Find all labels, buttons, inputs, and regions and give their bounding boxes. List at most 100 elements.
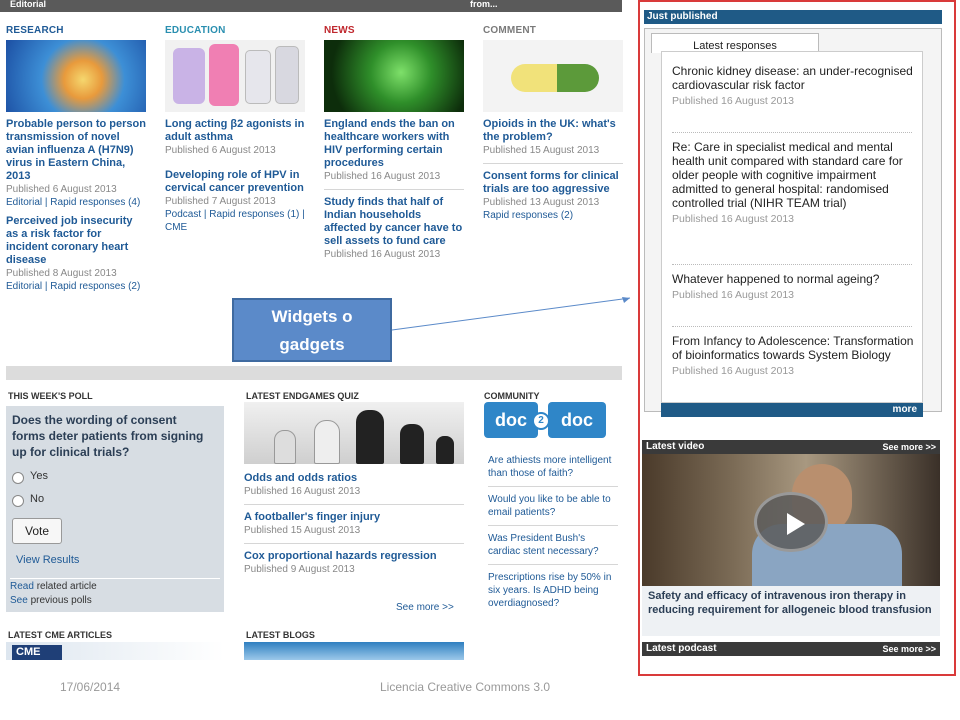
article-title[interactable]: Probable person to person transmission o…: [6, 118, 146, 183]
footer-date: 17/06/2014: [60, 680, 121, 694]
poll-option-no-radio[interactable]: [12, 495, 24, 507]
response-item[interactable]: From Infancy to Adolescence: Transformat…: [672, 334, 914, 378]
poll-option-no-label[interactable]: No: [30, 493, 44, 505]
chess-piece-black: [400, 424, 424, 464]
play-triangle-icon: [787, 513, 805, 535]
comment-thumbnail[interactable]: [483, 40, 623, 112]
chess-piece-black: [356, 410, 384, 464]
divider: [672, 326, 912, 327]
latest-video-label: Latest video: [646, 441, 705, 452]
community-item[interactable]: Was President Bush's cardiac stent neces…: [488, 532, 618, 558]
latest-video-heading: Latest video See more >>: [642, 440, 940, 454]
community-item[interactable]: Are athiests more intelligent than those…: [488, 454, 618, 480]
article-title[interactable]: Long acting β2 agonists in adult asthma: [165, 118, 305, 144]
read-related-article: Read related article: [10, 580, 97, 594]
play-icon[interactable]: [754, 492, 828, 552]
latest-responses-widget: Latest responses Chronic kidney disease:…: [644, 28, 942, 417]
read-link[interactable]: Read: [10, 581, 34, 592]
quiz-item-date: Published 9 August 2013: [244, 564, 355, 575]
responses-list: Chronic kidney disease: an under-recogni…: [661, 51, 923, 403]
article-date: Published 6 August 2013: [6, 184, 117, 195]
response-date: Published 16 August 2013: [672, 365, 795, 377]
banner-left-label[interactable]: Editorial: [10, 0, 46, 9]
response-title[interactable]: Chronic kidney disease: an under-recogni…: [672, 64, 914, 92]
education-heading[interactable]: Education: [165, 24, 305, 38]
response-item[interactable]: Re: Care in specialist medical and menta…: [672, 140, 914, 226]
video-player[interactable]: [642, 454, 940, 586]
community-list: Are athiests more intelligent than those…: [488, 454, 618, 610]
vote-button[interactable]: Vote: [12, 518, 62, 544]
more-bar: more: [661, 403, 923, 417]
section-divider-bar: [6, 366, 622, 380]
divider: [488, 486, 618, 487]
response-title[interactable]: Whatever happened to normal ageing?: [672, 272, 914, 286]
quiz-chess-image[interactable]: [244, 402, 464, 464]
banner-right-label[interactable]: from...: [470, 0, 498, 9]
quiz-see-more-link[interactable]: See more >>: [396, 602, 454, 613]
research-thumbnail[interactable]: [6, 40, 146, 112]
comment-article-2: Consent forms for clinical trials are to…: [483, 170, 623, 222]
cme-heading: Latest CME articles: [8, 630, 112, 640]
community-item[interactable]: Would you like to be able to email patie…: [488, 493, 618, 519]
response-title[interactable]: Re: Care in specialist medical and menta…: [672, 140, 914, 210]
podcast-see-more-link[interactable]: See more >>: [882, 642, 936, 656]
see-previous-polls: See previous polls: [10, 594, 92, 608]
view-results-link[interactable]: View Results: [16, 554, 79, 566]
article-title[interactable]: Consent forms for clinical trials are to…: [483, 170, 623, 196]
blogs-heading: Latest blogs: [246, 630, 315, 640]
poll-option-yes-radio[interactable]: [12, 472, 24, 484]
video-caption[interactable]: Safety and efficacy of intravenous iron …: [642, 586, 940, 636]
article-title[interactable]: Developing role of HPV in cervical cance…: [165, 169, 305, 195]
doc2doc-logo[interactable]: doc 2 doc: [484, 400, 606, 442]
tab-latest-responses[interactable]: Latest responses: [651, 33, 819, 53]
callout-line-1: Widgets o: [271, 307, 353, 326]
article-links[interactable]: Rapid responses (2): [483, 209, 623, 222]
response-title[interactable]: From Infancy to Adolescence: Transformat…: [672, 334, 914, 362]
research-heading[interactable]: Research: [6, 24, 146, 38]
news-thumbnail[interactable]: [324, 40, 464, 112]
research-article-1: Probable person to person transmission o…: [6, 118, 146, 209]
poll-heading: This week's poll: [8, 391, 93, 401]
right-sidebar-highlight: Just published Latest responses Chronic …: [638, 0, 956, 676]
article-links[interactable]: Editorial | Rapid responses (4): [6, 196, 146, 209]
video-see-more-link[interactable]: See more >>: [882, 440, 936, 454]
article-date: Published 13 August 2013: [483, 197, 600, 208]
more-link[interactable]: more: [893, 403, 917, 417]
news-heading[interactable]: News: [324, 24, 464, 38]
chess-piece-white: [314, 420, 340, 464]
poll-widget: Does the wording of consent forms deter …: [6, 406, 224, 612]
article-title[interactable]: Opioids in the UK: what's the problem?: [483, 118, 623, 144]
quiz-item-title[interactable]: Odds and odds ratios: [244, 472, 464, 485]
comment-heading[interactable]: Comment: [483, 24, 623, 38]
community-item[interactable]: Prescriptions rise by 50% in six years. …: [488, 571, 618, 610]
logo-right: doc: [548, 402, 606, 438]
article-title[interactable]: Perceived job insecurity as a risk facto…: [6, 215, 146, 267]
response-date: Published 16 August 2013: [672, 213, 795, 225]
divider: [244, 543, 464, 544]
quiz-item-date: Published 15 August 2013: [244, 525, 361, 536]
quiz-item-title[interactable]: Cox proportional hazards regression: [244, 550, 464, 563]
cme-banner[interactable]: CME: [6, 642, 224, 660]
article-title[interactable]: England ends the ban on healthcare worke…: [324, 118, 464, 170]
blogs-banner[interactable]: [244, 642, 464, 660]
response-item[interactable]: Chronic kidney disease: an under-recogni…: [672, 64, 914, 108]
article-date: Published 15 August 2013: [483, 145, 600, 156]
news-article-1: England ends the ban on healthcare worke…: [324, 118, 464, 183]
poll-question: Does the wording of consent forms deter …: [12, 413, 204, 459]
article-title[interactable]: Study finds that half of Indian househol…: [324, 196, 464, 248]
see-suffix: previous polls: [30, 595, 92, 606]
see-link[interactable]: See: [10, 595, 28, 606]
comment-column: Comment Opioids in the UK: what's the pr…: [483, 24, 623, 222]
quiz-item-title[interactable]: A footballer's finger injury: [244, 511, 464, 524]
response-item[interactable]: Whatever happened to normal ageing? Publ…: [672, 272, 914, 302]
article-links[interactable]: Editorial | Rapid responses (2): [6, 280, 146, 293]
comment-article-1: Opioids in the UK: what's the problem? P…: [483, 118, 623, 157]
research-article-2: Perceived job insecurity as a risk facto…: [6, 215, 146, 293]
poll-option-yes-label[interactable]: Yes: [30, 470, 48, 482]
callout-arrow-line: [391, 297, 631, 331]
article-links[interactable]: Podcast | Rapid responses (1) | CME: [165, 208, 305, 234]
divider: [244, 504, 464, 505]
education-thumbnail[interactable]: [165, 40, 305, 112]
response-date: Published 16 August 2013: [672, 289, 795, 301]
article-date: Published 16 August 2013: [324, 249, 441, 260]
